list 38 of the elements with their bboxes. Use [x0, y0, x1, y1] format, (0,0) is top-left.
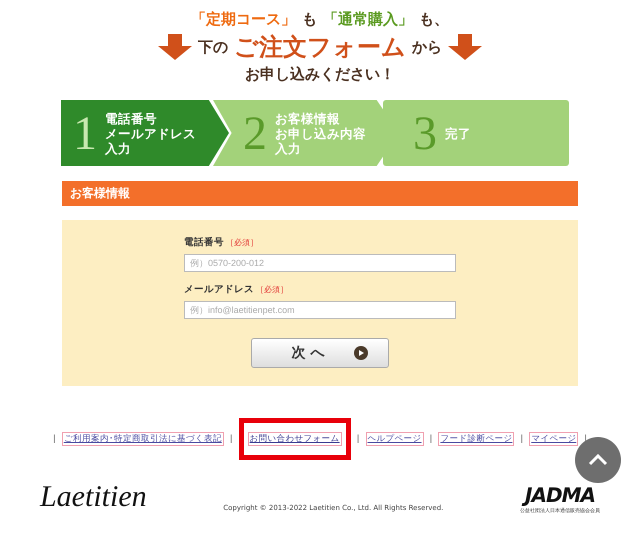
scroll-top-button[interactable]: [575, 437, 621, 483]
headline-text: から: [412, 38, 442, 56]
separator: |: [52, 434, 56, 444]
section-header: お客様情報: [62, 181, 578, 206]
footer-link[interactable]: フード診断ページ: [438, 432, 514, 446]
brand-logo: Laetitien: [40, 480, 147, 514]
field-label: メールアドレス: [184, 283, 254, 296]
step-number: 2: [243, 106, 267, 160]
required-tag: ［必須］: [226, 237, 258, 248]
headline-text: も、: [419, 10, 449, 29]
step-label: お客様情報 お申し込み内容 入力: [275, 110, 366, 156]
field-label: 電話番号: [184, 236, 224, 249]
step-number: 3: [413, 106, 437, 160]
footer-link[interactable]: お問い合わせフォーム: [248, 432, 342, 446]
separator: |: [520, 434, 524, 444]
down-arrow-icon: [448, 34, 482, 60]
required-tag: ［必須］: [256, 284, 288, 295]
footer-link[interactable]: マイページ: [529, 432, 578, 446]
headline-text: も: [302, 10, 317, 29]
separator: |: [356, 434, 360, 444]
headline-text: 「定期コース」: [191, 10, 296, 29]
step-label: 電話番号 メールアドレス 入力: [105, 110, 196, 156]
input-field[interactable]: 例）info@laetitienpet.com: [184, 301, 456, 319]
play-icon: [354, 346, 368, 360]
headline-text: お申し込みください！: [245, 65, 395, 84]
input-field[interactable]: 例）0570-200-012: [184, 254, 456, 272]
footer-link[interactable]: ご利用案内･特定商取引法に基づく表記: [62, 432, 224, 446]
step-number: 1: [73, 106, 97, 160]
separator: |: [230, 434, 233, 444]
headline-text: 「通常購入」: [323, 10, 413, 29]
headline-text: 下の: [198, 38, 228, 56]
separator: |: [430, 434, 432, 444]
step-label: 完了: [445, 126, 471, 140]
headline-text: ご注文フォーム: [234, 32, 406, 63]
next-button[interactable]: 次 へ: [251, 338, 389, 368]
down-arrow-icon: [158, 34, 192, 60]
chevron-up-icon: [588, 454, 608, 466]
footer-link[interactable]: ヘルプページ: [366, 432, 424, 446]
